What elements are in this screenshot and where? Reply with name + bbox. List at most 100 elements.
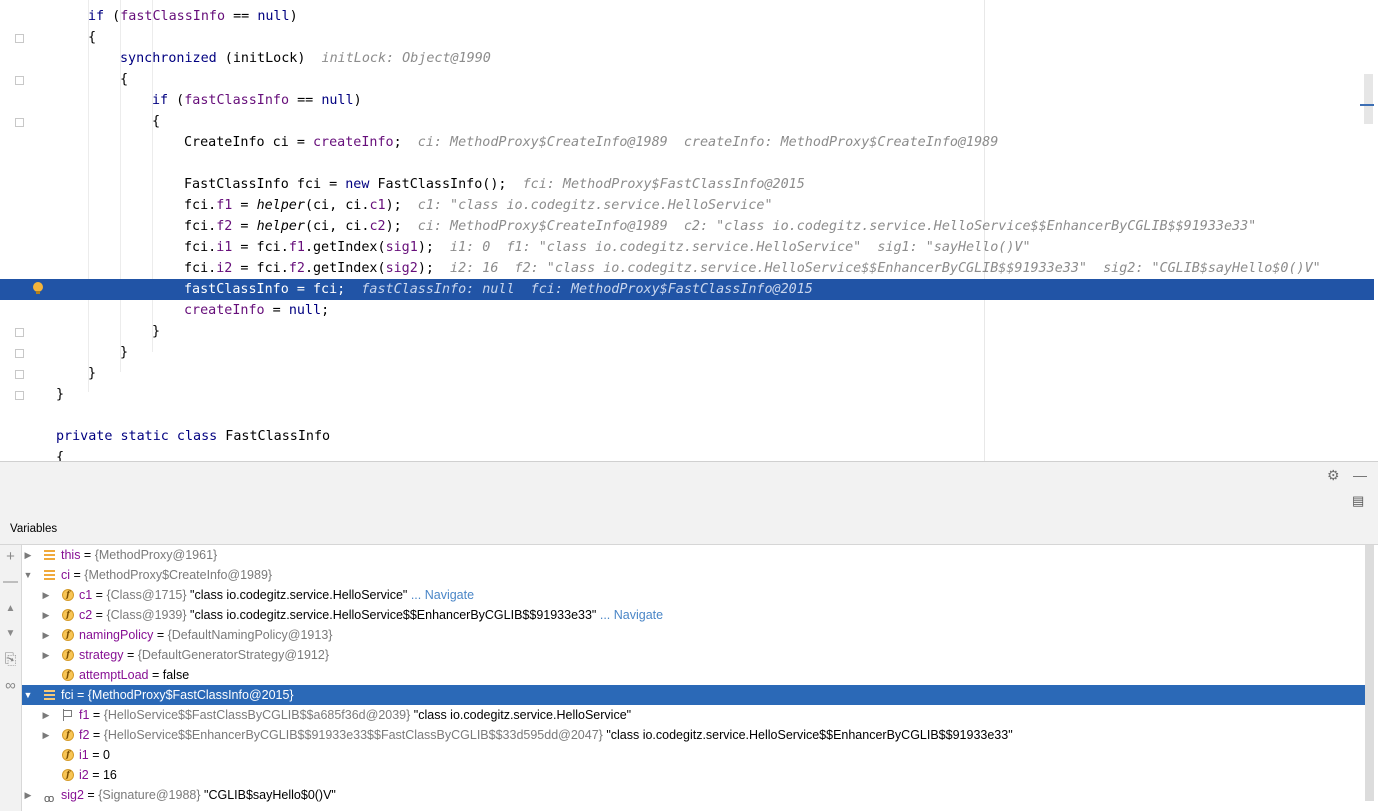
code-line[interactable]: fci.f1 = helper(ci, ci.c1); c1: "class i…: [0, 195, 1374, 216]
code-line[interactable]: {: [0, 111, 1374, 132]
code-line[interactable]: fci.i2 = fci.f2.getIndex(sig2); i2: 16 f…: [0, 258, 1374, 279]
code-token: {: [56, 450, 65, 461]
code-line[interactable]: {: [0, 447, 1374, 461]
field-icon: [62, 589, 74, 601]
code-token: ==: [225, 9, 258, 24]
variable-row[interactable]: ▶ c1 = {Class@1715} "class io.codegitz.se…: [22, 585, 1374, 605]
variable-name: i2: [79, 768, 89, 782]
fold-marker-icon[interactable]: [15, 370, 24, 379]
fold-marker-icon[interactable]: [15, 328, 24, 337]
variable-text: strategy = {DefaultGeneratorStrategy@191…: [79, 648, 330, 662]
fold-marker-icon[interactable]: [15, 34, 24, 43]
code-text: CreateInfo ci = createInfo; ci: MethodPr…: [184, 132, 998, 153]
code-token: =: [232, 219, 257, 234]
code-line[interactable]: {: [0, 27, 1374, 48]
code-token: i1: [216, 240, 233, 255]
code-token: );: [417, 261, 434, 276]
code-line[interactable]: [0, 405, 1374, 426]
expand-arrow-icon[interactable]: ▶: [40, 625, 52, 645]
variable-row[interactable]: ▶ oo sig2 = {Signature@1988} "CGLIB$sayHel…: [22, 785, 1374, 805]
code-text: createInfo = null;: [184, 300, 329, 321]
fold-marker-icon[interactable]: [15, 391, 24, 400]
remove-watch-icon[interactable]: —: [0, 573, 21, 591]
copy-icon[interactable]: ⎘: [0, 651, 21, 669]
collapse-arrow-icon[interactable]: ▼: [22, 565, 34, 585]
variable-name: c2: [79, 608, 93, 622]
variable-row[interactable]: i2 = 16: [22, 765, 1374, 785]
layout-settings-icon[interactable]: ▤: [1352, 493, 1364, 509]
variable-value: 16: [102, 768, 117, 782]
variable-row[interactable]: ▶ this = {MethodProxy@1961}: [22, 545, 1374, 565]
variable-row[interactable]: ▼ ci = {MethodProxy$CreateInfo@1989}: [22, 565, 1374, 585]
variable-row[interactable]: i1 = 0: [22, 745, 1374, 765]
code-text: FastClassInfo fci = new FastClassInfo();…: [184, 174, 805, 195]
variable-row[interactable]: ▶ c2 = {Class@1939} "class io.codegitz.se…: [22, 605, 1374, 625]
code-line[interactable]: }: [0, 342, 1374, 363]
fold-marker-icon[interactable]: [15, 76, 24, 85]
current-execution-line[interactable]: fastClassInfo = fci; fastClassInfo: null…: [0, 279, 1374, 300]
add-watch-icon[interactable]: +: [0, 548, 21, 566]
move-up-icon[interactable]: ▲: [0, 600, 21, 618]
code-text: fci.f2 = helper(ci, ci.c2); ci: MethodPr…: [184, 216, 1256, 237]
expand-arrow-icon[interactable]: ▶: [40, 645, 52, 665]
object-icon: [44, 570, 55, 580]
variable-type: {Class@1715}: [106, 588, 187, 602]
code-line[interactable]: }: [0, 321, 1374, 342]
minimize-icon[interactable]: —: [1353, 465, 1367, 485]
variables-tree[interactable]: ▶ this = {MethodProxy@1961} ▼ ci = {MethodP…: [22, 545, 1374, 811]
expand-arrow-icon[interactable]: ▶: [22, 785, 34, 805]
expand-arrow-icon[interactable]: ▶: [40, 585, 52, 605]
expand-arrow-icon[interactable]: ▶: [40, 725, 52, 745]
fold-marker-icon[interactable]: [15, 118, 24, 127]
watches-glasses-icon[interactable]: ∞: [0, 677, 21, 695]
code-line[interactable]: FastClassInfo fci = new FastClassInfo();…: [0, 174, 1374, 195]
variable-name: fci: [61, 688, 74, 702]
code-line[interactable]: }: [0, 363, 1374, 384]
code-line[interactable]: if (fastClassInfo == null): [0, 90, 1374, 111]
code-line[interactable]: CreateInfo ci = createInfo; ci: MethodPr…: [0, 132, 1374, 153]
intention-bulb-icon[interactable]: [33, 282, 43, 294]
editor-scrollbar[interactable]: [1364, 74, 1373, 124]
variable-value: "CGLIB$sayHello$0()V": [204, 788, 336, 802]
collapse-arrow-icon[interactable]: ▼: [22, 685, 34, 705]
code-line[interactable]: synchronized (initLock) initLock: Object…: [0, 48, 1374, 69]
move-down-icon[interactable]: ▼: [0, 625, 21, 643]
code-token: createInfo: [184, 303, 265, 318]
variable-row[interactable]: ▼ fci = {MethodProxy$FastClassInfo@2015}: [22, 685, 1374, 705]
expand-arrow-icon[interactable]: ▶: [40, 605, 52, 625]
code-line[interactable]: private static class FastClassInfo: [0, 426, 1374, 447]
code-line[interactable]: fci.i1 = fci.f1.getIndex(sig1); i1: 0 f1…: [0, 237, 1374, 258]
variables-scrollbar[interactable]: [1365, 545, 1374, 801]
code-token: ;: [393, 135, 402, 150]
final-field-flag-icon: [62, 709, 73, 721]
code-line[interactable]: }: [0, 384, 1374, 405]
variable-row[interactable]: attemptLoad = false: [22, 665, 1374, 685]
code-text: }: [120, 342, 128, 363]
code-token: FastClassInfo: [217, 429, 331, 444]
variables-title: Variables: [10, 523, 58, 535]
variables-side-toolbar: + — ▲ ▼ ⎘ ∞: [0, 545, 22, 811]
variable-row[interactable]: ▶ f2 = {HelloService$$EnhancerByCGLIB$$91…: [22, 725, 1374, 745]
code-editor[interactable]: if (fastClassInfo == null){synchronized …: [0, 0, 1378, 461]
code-line[interactable]: fci.f2 = helper(ci, ci.c2); ci: MethodPr…: [0, 216, 1374, 237]
field-icon: [62, 649, 74, 661]
settings-gear-icon[interactable]: ⚙: [1327, 465, 1340, 485]
navigate-link[interactable]: ... Navigate: [600, 608, 663, 622]
code-line[interactable]: if (fastClassInfo == null): [0, 6, 1374, 27]
variable-row[interactable]: ▶ strategy = {DefaultGeneratorStrategy@19…: [22, 645, 1374, 665]
expand-arrow-icon[interactable]: ▶: [40, 705, 52, 725]
code-line[interactable]: [0, 153, 1374, 174]
code-token: =: [264, 303, 289, 318]
code-token: null: [288, 303, 322, 318]
code-line[interactable]: {: [0, 69, 1374, 90]
expand-arrow-icon[interactable]: ▶: [22, 545, 34, 565]
inline-debug-value: ci: MethodProxy$CreateInfo@1989 c2: "cla…: [401, 219, 1257, 234]
variable-text: c1 = {Class@1715} "class io.codegitz.ser…: [79, 588, 475, 602]
variable-value: "class io.codegitz.service.HelloService$…: [190, 608, 597, 622]
code-token: private static class: [56, 429, 218, 444]
variable-row[interactable]: ▶ f1 = {HelloService$$FastClassByCGLIB$$a…: [22, 705, 1374, 725]
code-line[interactable]: createInfo = null;: [0, 300, 1374, 321]
navigate-link[interactable]: ... Navigate: [411, 588, 474, 602]
variable-row[interactable]: ▶ namingPolicy = {DefaultNamingPolicy@191…: [22, 625, 1374, 645]
fold-marker-icon[interactable]: [15, 349, 24, 358]
